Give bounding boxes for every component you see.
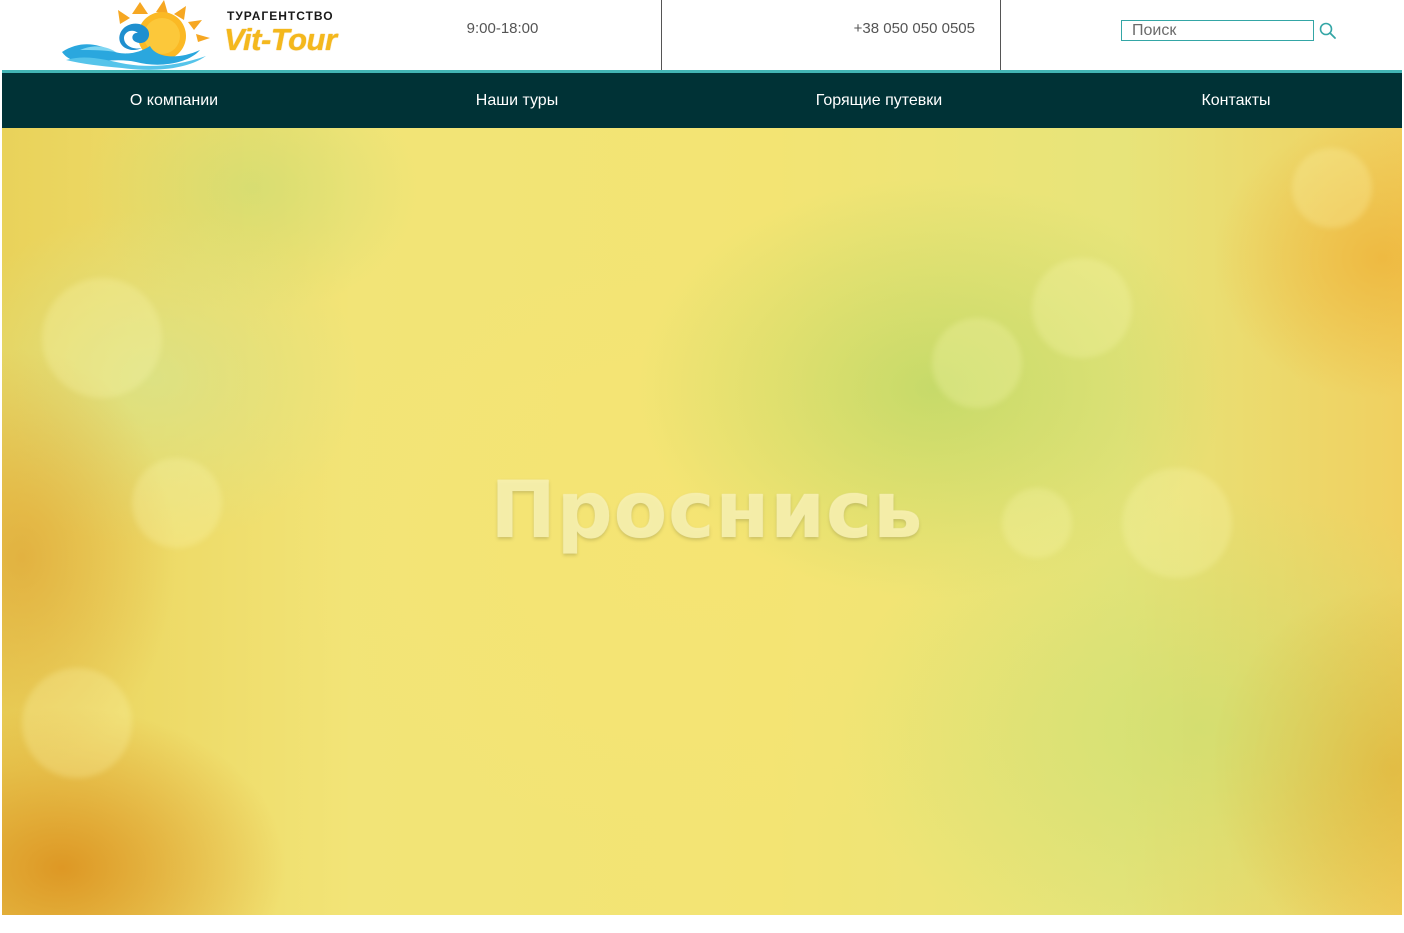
bokeh-light bbox=[42, 278, 162, 398]
search-input[interactable] bbox=[1121, 20, 1314, 41]
bokeh-light bbox=[932, 318, 1022, 408]
sun-waves-logo-icon bbox=[62, 0, 210, 70]
bokeh-light bbox=[22, 668, 132, 778]
working-hours: 9:00-18:00 bbox=[466, 20, 539, 37]
hero-video[interactable]: Проснись bbox=[2, 128, 1402, 915]
nav-item-contacts[interactable]: Контакты bbox=[1201, 73, 1270, 128]
main-navigation: О компании Наши туры Горящие путевки Кон… bbox=[2, 73, 1402, 128]
header-divider bbox=[1000, 0, 1001, 70]
bokeh-light bbox=[1032, 258, 1132, 358]
magnifier-icon bbox=[1319, 22, 1336, 39]
logo-name: Vit-Tour bbox=[224, 22, 337, 57]
site-header: ТУРАГЕНТСТВО Vit-Tour 9:00-18:00 +38 050… bbox=[0, 0, 1404, 73]
nav-item-hot-deals[interactable]: Горящие путевки bbox=[816, 73, 942, 128]
phone-number[interactable]: +38 050 050 0505 bbox=[800, 20, 975, 37]
site-logo[interactable]: ТУРАГЕНТСТВО Vit-Tour bbox=[60, 0, 350, 70]
nav-item-about[interactable]: О компании bbox=[130, 73, 218, 128]
hero-title: Проснись bbox=[490, 466, 924, 556]
page: ТУРАГЕНТСТВО Vit-Tour 9:00-18:00 +38 050… bbox=[0, 0, 1404, 933]
nav-item-tours[interactable]: Наши туры bbox=[476, 73, 558, 128]
bokeh-light bbox=[1292, 148, 1372, 228]
header-divider bbox=[661, 0, 662, 70]
search-button[interactable] bbox=[1318, 21, 1338, 41]
logo-caption: ТУРАГЕНТСТВО bbox=[227, 9, 334, 23]
